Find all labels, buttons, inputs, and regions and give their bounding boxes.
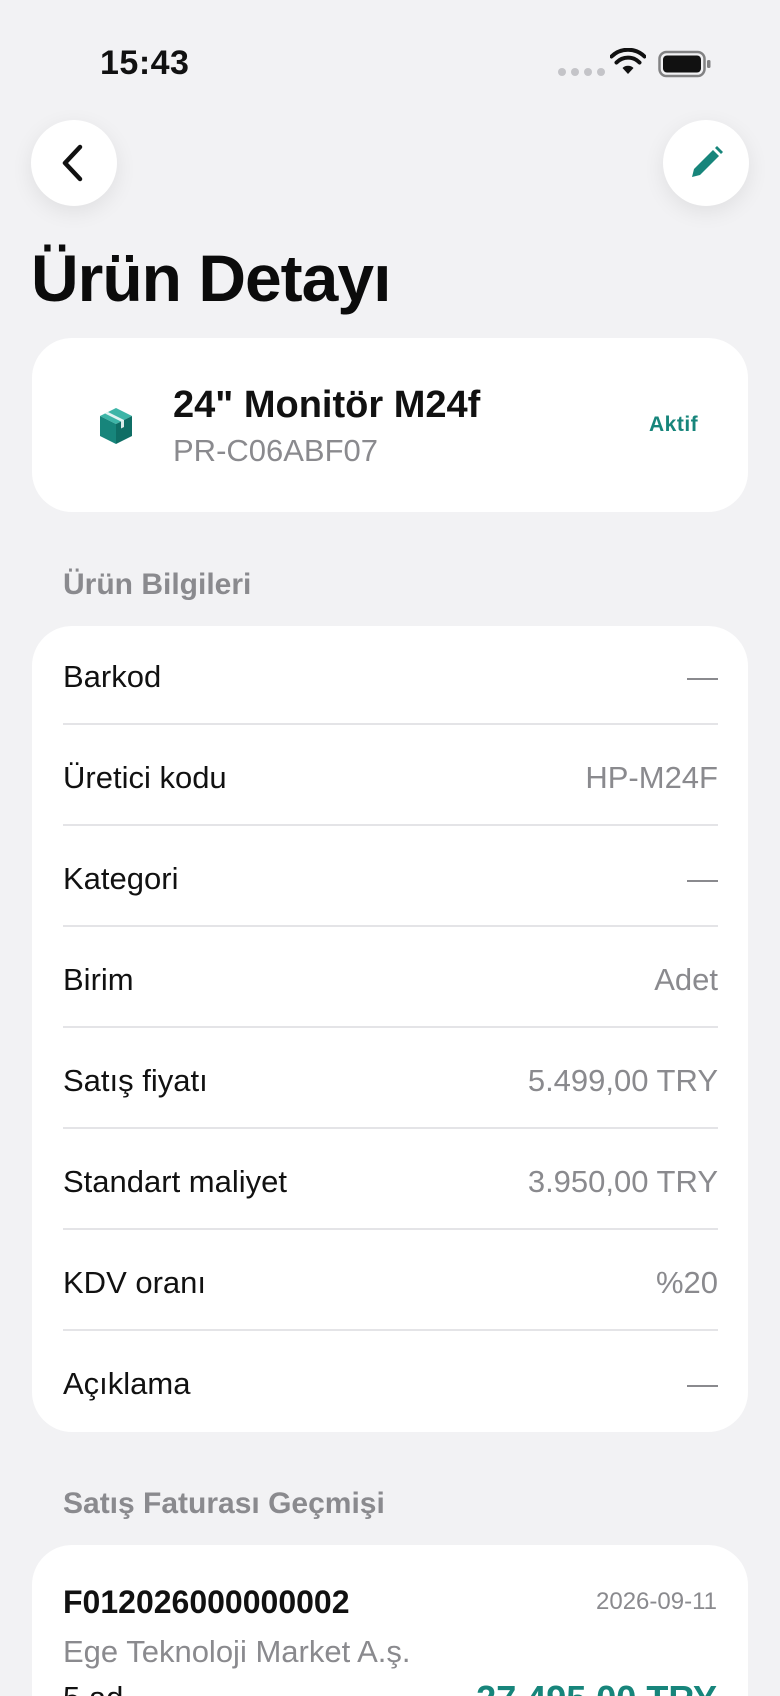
invoice-customer: Ege Teknoloji Market A.ş. — [63, 1634, 411, 1669]
info-value: %20 — [655, 1264, 718, 1300]
divider — [63, 1329, 718, 1331]
divider — [63, 824, 718, 826]
invoice-total: 27.495,00 TRY — [476, 1678, 717, 1696]
chevron-left-icon — [62, 144, 83, 182]
invoice-number: F012026000000002 — [63, 1584, 350, 1620]
back-button[interactable] — [31, 120, 117, 206]
invoice-quantity: 5 ad — [63, 1680, 123, 1696]
info-value: HP-M24F — [585, 759, 718, 795]
info-row-unit: Birim Adet — [63, 929, 718, 1030]
battery-icon — [658, 50, 711, 78]
info-row-manufacturer-code: Üretici kodu HP-M24F — [63, 727, 718, 828]
invoice-date: 2026-09-11 — [596, 1588, 717, 1615]
divider — [63, 723, 718, 725]
info-value: Adet — [654, 961, 718, 997]
edit-button[interactable] — [663, 120, 749, 206]
page-title: Ürün Detayı — [31, 241, 391, 315]
info-row-description: Açıklama — — [63, 1333, 718, 1434]
divider — [63, 1228, 718, 1230]
info-label: KDV oranı — [63, 1264, 207, 1300]
wifi-icon — [610, 48, 646, 74]
section-header-product-info: Ürün Bilgileri — [63, 568, 252, 601]
info-row-barcode: Barkod — — [63, 626, 718, 727]
product-code: PR-C06ABF07 — [173, 433, 379, 468]
info-row-standard-cost: Standart maliyet 3.950,00 TRY — [63, 1131, 718, 1232]
info-row-category: Kategori — — [63, 828, 718, 929]
info-label: Birim — [63, 961, 134, 997]
info-label: Satış fiyatı — [63, 1062, 208, 1098]
status-badge: Aktif — [649, 413, 699, 436]
info-label: Kategori — [63, 860, 179, 896]
info-value: 3.950,00 TRY — [527, 1163, 718, 1199]
info-value: — — [687, 1365, 718, 1401]
section-header-invoice-history: Satış Faturası Geçmişi — [63, 1487, 385, 1520]
divider — [63, 925, 718, 927]
info-value: 5.499,00 TRY — [527, 1062, 718, 1098]
info-label: Standart maliyet — [63, 1163, 287, 1199]
pencil-icon — [692, 146, 723, 177]
divider — [63, 1127, 718, 1129]
status-time: 15:43 — [100, 44, 190, 82]
cube-icon — [100, 408, 132, 444]
info-label: Barkod — [63, 658, 162, 694]
info-row-vat-rate: KDV oranı %20 — [63, 1232, 718, 1333]
divider — [63, 1026, 718, 1028]
info-row-sale-price: Satış fiyatı 5.499,00 TRY — [63, 1030, 718, 1131]
info-label: Açıklama — [63, 1365, 191, 1401]
cellular-signal-icon — [558, 68, 605, 76]
info-value: — — [687, 658, 718, 694]
product-name: 24" Monitör M24f — [173, 384, 481, 426]
info-value: — — [687, 860, 718, 896]
status-bar: 15:43 — [0, 0, 780, 120]
info-label: Üretici kodu — [63, 759, 227, 795]
